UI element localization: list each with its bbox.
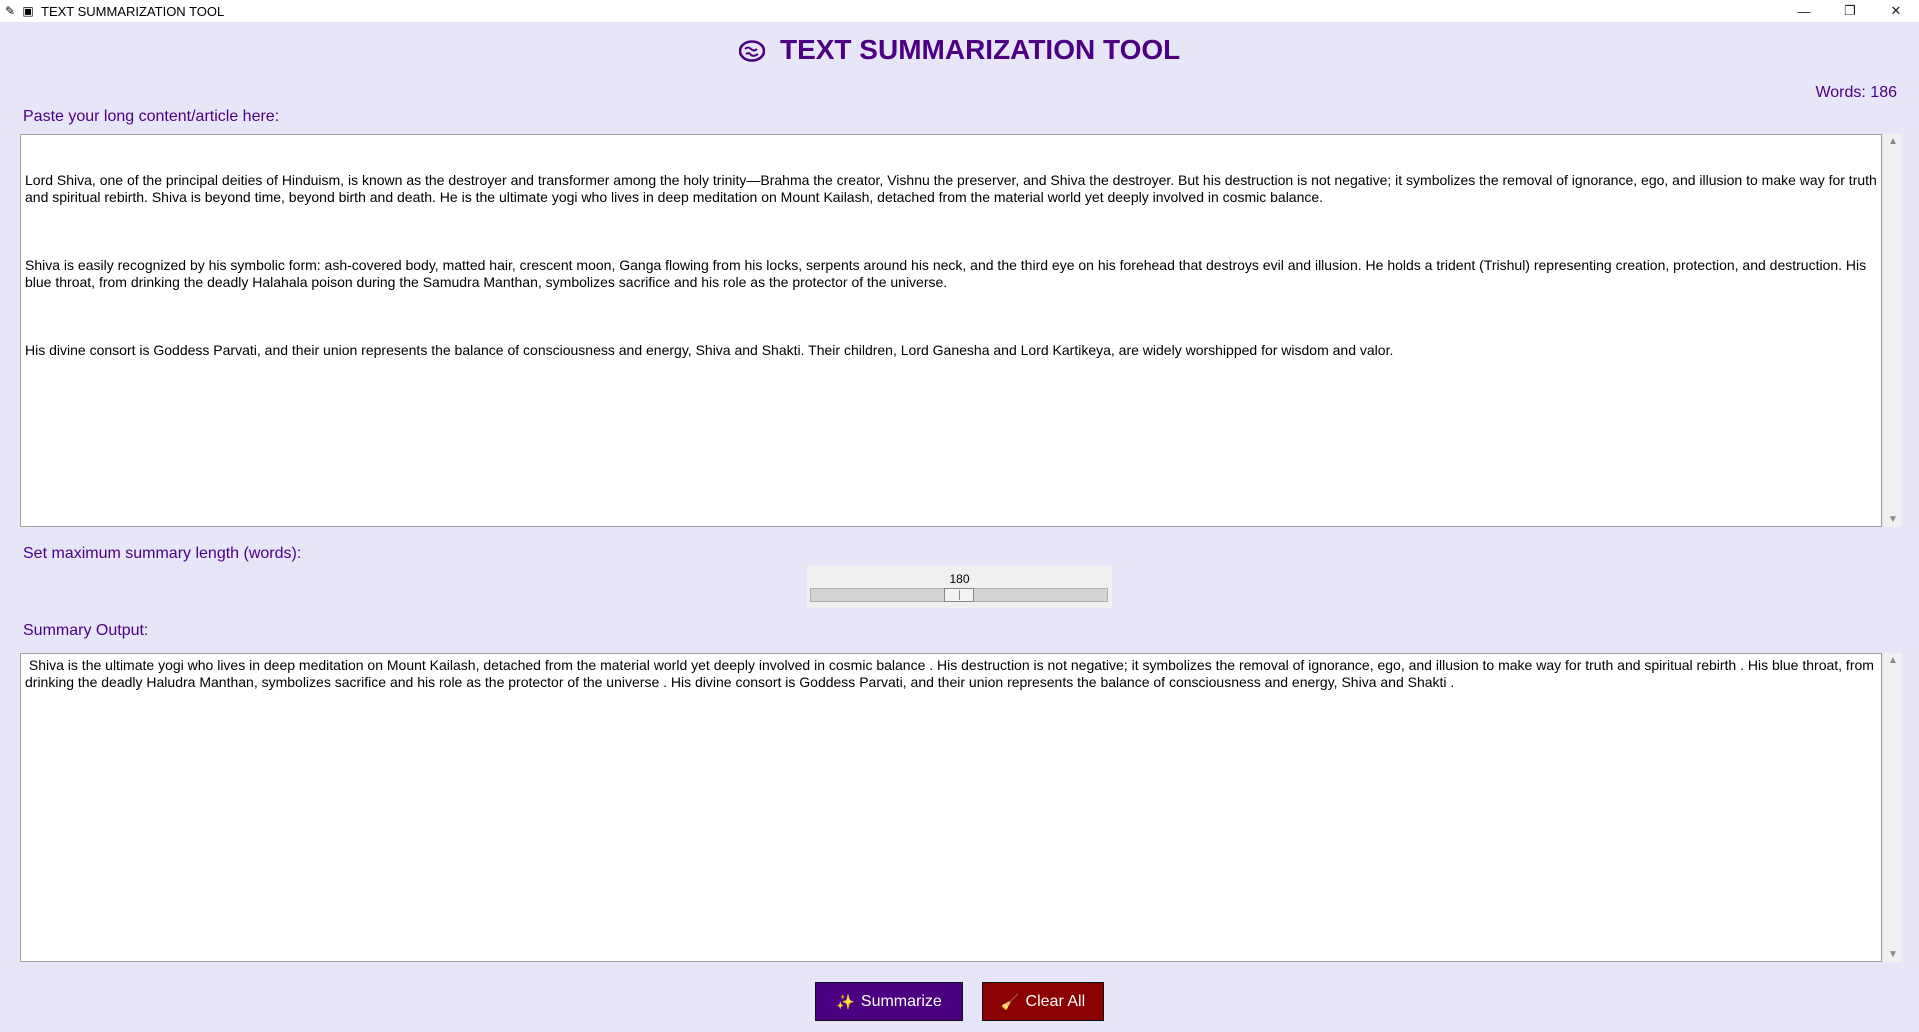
restore-icon[interactable]: ❐ [1827, 0, 1873, 22]
close-icon[interactable]: ✕ [1873, 0, 1919, 22]
scroll-down-icon[interactable]: ▼ [1883, 514, 1903, 525]
slider-thumb[interactable] [944, 588, 974, 602]
summarize-button[interactable]: ✨ Summarize [815, 982, 963, 1021]
clear-all-button[interactable]: 🧹 Clear All [982, 982, 1104, 1021]
output-scrollbar[interactable]: ▲ ▼ [1882, 653, 1902, 962]
minimize-icon[interactable]: — [1781, 0, 1827, 22]
slider-value: 180 [949, 572, 970, 586]
word-count: Words: 186 [1815, 84, 1897, 101]
window-titlebar: ✎ ▣ TEXT SUMMARIZATION TOOL — ❐ ✕ [0, 0, 1919, 22]
summary-length-slider[interactable]: 180 [807, 566, 1112, 608]
slider-track[interactable] [810, 588, 1108, 602]
input-scrollbar[interactable]: ▲ ▼ [1882, 134, 1902, 527]
scroll-down-icon[interactable]: ▼ [1883, 949, 1903, 960]
input-paragraph: His divine consort is Goddess Parvati, a… [25, 342, 1394, 358]
scroll-up-icon[interactable]: ▲ [1883, 136, 1903, 147]
input-label: Paste your long content/article here: [23, 108, 280, 125]
app-icon: ▣ [22, 4, 34, 18]
sparkles-icon: ✨ [836, 993, 855, 1011]
clear-all-label: Clear All [1025, 992, 1086, 1010]
app-title: TEXT SUMMARIZATION TOOL [0, 34, 1919, 66]
scroll-up-icon[interactable]: ▲ [1883, 655, 1903, 666]
output-label: Summary Output: [23, 622, 149, 639]
brain-icon [738, 35, 772, 65]
input-textarea[interactable]: Lord Shiva, one of the principal deities… [20, 134, 1882, 527]
feather-icon: ✎ [4, 4, 16, 18]
input-paragraph: Shiva is easily recognized by his symbol… [25, 257, 1871, 290]
window-title: TEXT SUMMARIZATION TOOL [41, 3, 225, 19]
summarize-label: Summarize [860, 992, 942, 1010]
input-paragraph: Lord Shiva, one of the principal deities… [25, 172, 1881, 205]
summary-output-textarea[interactable]: Shiva is the ultimate yogi who lives in … [20, 653, 1882, 962]
window-controls: — ❐ ✕ [1781, 0, 1919, 22]
app-title-text: TEXT SUMMARIZATION TOOL [779, 34, 1181, 65]
slider-label: Set maximum summary length (words): [23, 545, 302, 562]
broom-icon: 🧹 [1000, 993, 1020, 1011]
